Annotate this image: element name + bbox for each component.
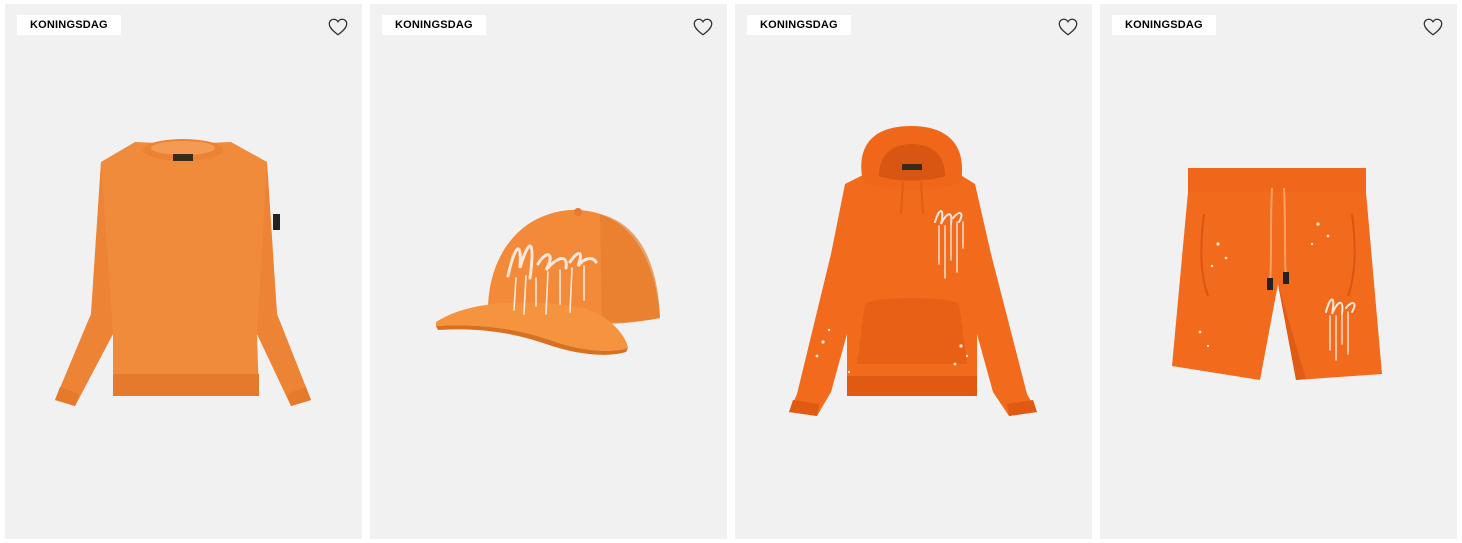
product-badge: KONINGSDAG <box>17 15 121 35</box>
heart-outline-icon[interactable] <box>1057 16 1079 38</box>
product-grid: KONINGSDAG KONINGSDAG KONINGSDAG KONINGS… <box>0 0 1462 543</box>
heart-outline-icon[interactable] <box>327 16 349 38</box>
product-card[interactable]: KONINGSDAG <box>1100 4 1457 539</box>
product-badge: KONINGSDAG <box>1112 15 1216 35</box>
product-badge: KONINGSDAG <box>382 15 486 35</box>
heart-outline-icon[interactable] <box>692 16 714 38</box>
product-card[interactable]: KONINGSDAG <box>370 4 727 539</box>
product-card[interactable]: KONINGSDAG <box>735 4 1092 539</box>
product-card[interactable]: KONINGSDAG <box>5 4 362 539</box>
product-badge: KONINGSDAG <box>747 15 851 35</box>
product-image-sweater[interactable] <box>5 64 362 484</box>
product-image-shorts[interactable] <box>1100 64 1457 484</box>
product-image-hoodie[interactable] <box>735 64 1092 484</box>
product-image-cap[interactable] <box>370 64 727 484</box>
heart-outline-icon[interactable] <box>1422 16 1444 38</box>
